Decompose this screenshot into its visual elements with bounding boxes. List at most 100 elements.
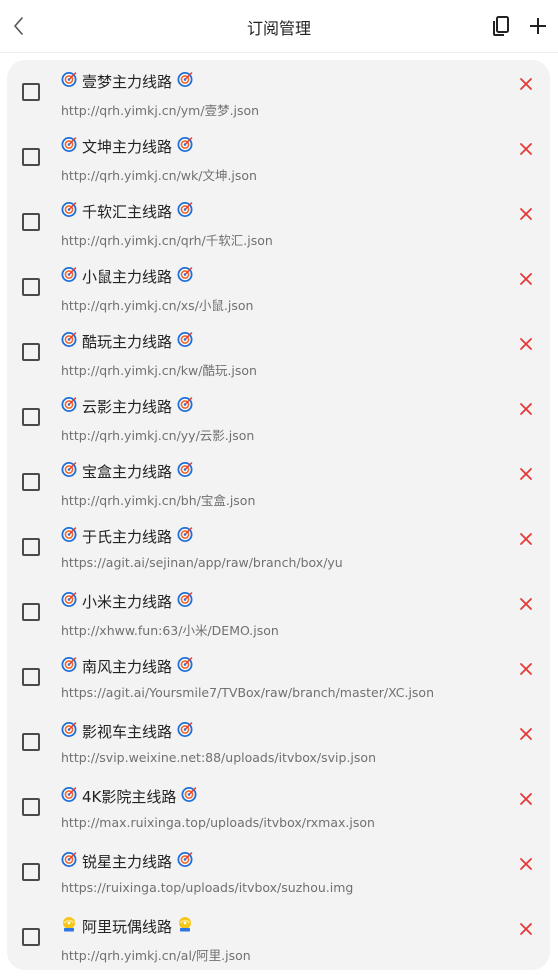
select-checkbox[interactable] <box>22 928 40 946</box>
dart-icon <box>177 851 193 871</box>
delete-icon[interactable] <box>518 856 534 872</box>
subscription-title: 千软汇主线路 <box>61 201 193 221</box>
subscription-row-12[interactable]: 4K影院主线路 http://max.ruixinga.top/uploads/… <box>7 775 550 840</box>
dart-icon <box>61 591 77 611</box>
subscription-row-5[interactable]: 酷玩主力线路 http://qrh.yimkj.cn/kw/酷玩.json <box>7 320 550 385</box>
select-checkbox[interactable] <box>22 83 40 101</box>
subscription-url: http://qrh.yimkj.cn/qrh/千软汇.json <box>61 233 273 248</box>
dart-icon <box>61 266 77 286</box>
dart-icon <box>61 851 77 871</box>
subscription-url: http://qrh.yimkj.cn/ym/壹梦.json <box>61 103 260 118</box>
dart-icon <box>61 331 77 351</box>
subscription-row-1[interactable]: 壹梦主力线路 http://qrh.yimkj.cn/ym/壹梦.json <box>7 60 550 125</box>
subscription-url: http://qrh.yimkj.cn/wk/文坤.json <box>61 168 257 183</box>
dart-icon <box>181 786 197 806</box>
select-checkbox[interactable] <box>22 343 40 361</box>
subscription-row-7[interactable]: 宝盒主力线路 http://qrh.yimkj.cn/bh/宝盒.json <box>7 450 550 515</box>
dvd-icon <box>177 916 193 936</box>
delete-icon[interactable] <box>518 141 534 157</box>
subscription-title: 酷玩主力线路 <box>61 331 193 351</box>
subscription-row-2[interactable]: 文坤主力线路 http://qrh.yimkj.cn/wk/文坤.json <box>7 125 550 190</box>
subscription-name: 锐星主力线路 <box>82 852 173 871</box>
subscription-url: http://qrh.yimkj.cn/kw/酷玩.json <box>61 363 257 378</box>
subscription-name: 酷玩主力线路 <box>82 332 173 351</box>
select-checkbox[interactable] <box>22 278 40 296</box>
select-checkbox[interactable] <box>22 538 40 556</box>
subscription-name: 小鼠主力线路 <box>82 267 173 286</box>
copy-icon[interactable] <box>490 14 512 38</box>
subscription-title: 小米主力线路 <box>61 591 193 611</box>
page-title: 订阅管理 <box>246 19 311 38</box>
plus-icon[interactable] <box>526 14 550 38</box>
delete-icon[interactable] <box>518 271 534 287</box>
dart-icon <box>177 136 193 156</box>
subscription-row-10[interactable]: 南风主力线路 https://agit.ai/Yoursmile7/TVBox/… <box>7 645 550 710</box>
dart-icon <box>61 656 77 676</box>
select-checkbox[interactable] <box>22 863 40 881</box>
dart-icon <box>177 71 193 91</box>
dart-icon <box>61 721 77 741</box>
delete-icon[interactable] <box>518 791 534 807</box>
dart-icon <box>177 656 193 676</box>
subscription-name: 宝盒主力线路 <box>82 462 173 481</box>
delete-icon[interactable] <box>518 661 534 677</box>
subscription-title: 4K影院主线路 <box>61 786 197 806</box>
delete-icon[interactable] <box>518 401 534 417</box>
dart-icon <box>177 461 193 481</box>
dart-icon <box>177 721 193 741</box>
subscription-name: 文坤主力线路 <box>82 137 173 156</box>
select-checkbox[interactable] <box>22 148 40 166</box>
subscription-url: http://qrh.yimkj.cn/yy/云影.json <box>61 428 255 443</box>
subscription-name: 云影主力线路 <box>82 397 173 416</box>
dart-icon <box>61 136 77 156</box>
delete-icon[interactable] <box>518 726 534 742</box>
dart-icon <box>61 461 77 481</box>
delete-icon[interactable] <box>518 206 534 222</box>
subscription-row-9[interactable]: 小米主力线路 http://xhww.fun:63/小米/DEMO.json <box>7 580 550 645</box>
select-checkbox[interactable] <box>22 473 40 491</box>
delete-icon[interactable] <box>518 76 534 92</box>
subscription-row-11[interactable]: 影视车主线路 http://svip.weixine.net:88/upload… <box>7 710 550 775</box>
subscription-name: 4K影院主线路 <box>82 787 177 806</box>
subscription-row-4[interactable]: 小鼠主力线路 http://qrh.yimkj.cn/xs/小鼠.json <box>7 255 550 320</box>
subscription-title: 于氏主力线路 <box>61 526 193 546</box>
subscription-url: http://max.ruixinga.top/uploads/itvbox/r… <box>61 815 375 830</box>
subscription-name: 于氏主力线路 <box>82 527 173 546</box>
dart-icon <box>177 396 193 416</box>
subscription-title: 小鼠主力线路 <box>61 266 193 286</box>
subscription-name: 影视车主线路 <box>82 722 173 741</box>
dart-icon <box>177 591 193 611</box>
select-checkbox[interactable] <box>22 603 40 621</box>
subscription-title: 文坤主力线路 <box>61 136 193 156</box>
subscription-title: 云影主力线路 <box>61 396 193 416</box>
subscription-row-13[interactable]: 锐星主力线路 https://ruixinga.top/uploads/itvb… <box>7 840 550 905</box>
subscription-row-8[interactable]: 于氏主力线路 https://agit.ai/sejinan/app/raw/b… <box>7 515 550 580</box>
delete-icon[interactable] <box>518 596 534 612</box>
dart-icon <box>61 526 77 546</box>
dart-icon <box>177 201 193 221</box>
dart-icon <box>177 266 193 286</box>
subscription-name: 小米主力线路 <box>82 592 173 611</box>
dart-icon <box>61 201 77 221</box>
top-bar: 订阅管理 <box>0 0 558 53</box>
subscription-row-6[interactable]: 云影主力线路 http://qrh.yimkj.cn/yy/云影.json <box>7 385 550 450</box>
select-checkbox[interactable] <box>22 798 40 816</box>
subscription-title: 宝盒主力线路 <box>61 461 193 481</box>
subscription-url: https://agit.ai/Yoursmile7/TVBox/raw/bra… <box>61 685 434 700</box>
dart-icon <box>177 331 193 351</box>
select-checkbox[interactable] <box>22 408 40 426</box>
delete-icon[interactable] <box>518 531 534 547</box>
delete-icon[interactable] <box>518 336 534 352</box>
select-checkbox[interactable] <box>22 668 40 686</box>
delete-icon[interactable] <box>518 921 534 937</box>
dart-icon <box>61 786 77 806</box>
subscription-row-14[interactable]: 阿里玩偶线路 http://qrh.yimkj.cn/al/阿里.json <box>7 905 550 970</box>
subscription-title: 南风主力线路 <box>61 656 193 676</box>
subscription-row-3[interactable]: 千软汇主线路 http://qrh.yimkj.cn/qrh/千软汇.json <box>7 190 550 255</box>
select-checkbox[interactable] <box>22 733 40 751</box>
subscription-url: http://qrh.yimkj.cn/xs/小鼠.json <box>61 298 254 313</box>
subscription-name: 千软汇主线路 <box>82 202 173 221</box>
select-checkbox[interactable] <box>22 213 40 231</box>
dart-icon <box>61 396 77 416</box>
delete-icon[interactable] <box>518 466 534 482</box>
